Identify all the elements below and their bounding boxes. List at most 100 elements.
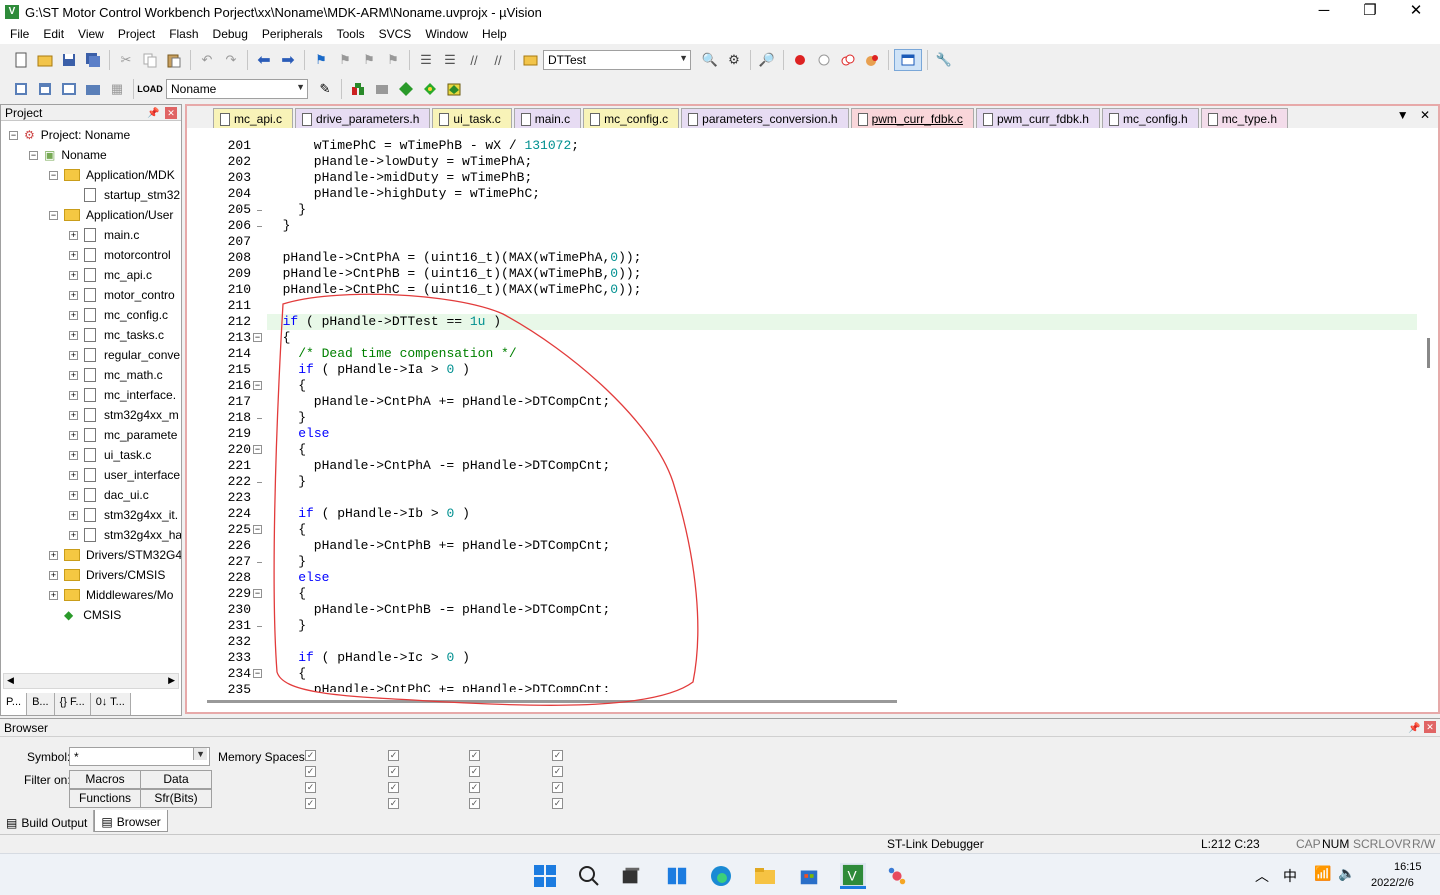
fold-icon[interactable]: −: [253, 381, 262, 390]
expand-icon[interactable]: +: [69, 390, 78, 400]
tree-item[interactable]: + mc_math.c: [69, 365, 163, 385]
memory-space-checkbox[interactable]: ✓: [305, 782, 316, 793]
expand-icon[interactable]: +: [69, 450, 78, 460]
code-line[interactable]: pHandle->CntPhB = (uint16_t)(MAX(wTimePh…: [267, 266, 642, 282]
keil-uvision-icon[interactable]: V: [840, 863, 866, 889]
menu-window[interactable]: Window: [418, 24, 475, 44]
clock-date[interactable]: 2022/2/6: [1371, 877, 1414, 889]
memory-space-checkbox[interactable]: ✓: [388, 750, 399, 761]
maximize-button[interactable]: ❐: [1347, 0, 1393, 24]
vertical-scroll-thumb[interactable]: [1427, 338, 1430, 368]
search-icon[interactable]: [576, 863, 602, 889]
menu-flash[interactable]: Flash: [162, 24, 205, 44]
task-view-icon[interactable]: [618, 863, 644, 889]
scroll-left-icon[interactable]: ◀: [7, 675, 14, 686]
expand-icon[interactable]: +: [69, 290, 78, 300]
memory-space-checkbox[interactable]: ✓: [469, 782, 480, 793]
code-line[interactable]: }: [267, 410, 306, 426]
clock-time[interactable]: 16:15: [1394, 861, 1422, 873]
find-combo[interactable]: DTTest ▼: [543, 50, 691, 70]
editor-tab[interactable]: pwm_curr_fdbk.h: [975, 108, 1100, 128]
collapse-icon[interactable]: −: [49, 170, 58, 180]
code-line[interactable]: {: [267, 586, 306, 602]
code-line[interactable]: {: [267, 330, 291, 346]
project-tab[interactable]: {} F...: [54, 693, 91, 715]
collapse-icon[interactable]: −: [29, 150, 38, 160]
memory-space-checkbox[interactable]: ✓: [305, 766, 316, 777]
translate-icon[interactable]: [10, 78, 32, 100]
code-line[interactable]: }: [267, 202, 306, 218]
target-options-icon[interactable]: ✎: [314, 78, 336, 100]
scroll-right-icon[interactable]: ▶: [168, 675, 175, 686]
close-icon[interactable]: ✕: [1424, 721, 1436, 733]
menu-peripherals[interactable]: Peripherals: [255, 24, 330, 44]
memory-space-checkbox[interactable]: ✓: [552, 782, 563, 793]
memory-space-checkbox[interactable]: ✓: [552, 798, 563, 809]
manage-rte-icon[interactable]: [395, 78, 417, 100]
navigate-back-icon[interactable]: ⬅: [253, 49, 275, 71]
edge-icon[interactable]: [708, 863, 734, 889]
breakpoint-icon[interactable]: [789, 49, 811, 71]
project-tab[interactable]: P...: [1, 693, 28, 715]
tree-item[interactable]: − ⚙ Project: Noname: [9, 125, 130, 145]
tree-item[interactable]: + dac_ui.c: [69, 485, 149, 505]
code-line[interactable]: pHandle->CntPhC += pHandle->DTCompCnt;: [267, 682, 610, 692]
file-explorer-icon[interactable]: [752, 863, 778, 889]
code-line[interactable]: }: [267, 554, 306, 570]
tree-item[interactable]: + Drivers/STM32G4: [49, 545, 181, 565]
clear-bookmarks-icon[interactable]: ⚑: [382, 49, 404, 71]
code-line[interactable]: if ( pHandle->Ic > 0 ): [267, 650, 470, 666]
tab-list-icon[interactable]: ▼: [1397, 108, 1409, 122]
fold-icon[interactable]: −: [253, 333, 262, 342]
close-button[interactable]: ✕: [1393, 0, 1439, 24]
memory-space-checkbox[interactable]: ✓: [469, 766, 480, 777]
project-tab[interactable]: 0↓ T...: [90, 693, 131, 715]
memory-space-checkbox[interactable]: ✓: [552, 750, 563, 761]
expand-icon[interactable]: +: [69, 310, 78, 320]
batch-build-icon[interactable]: [82, 78, 104, 100]
code-line[interactable]: }: [267, 618, 306, 634]
expand-icon[interactable]: +: [69, 490, 78, 500]
tree-item[interactable]: + main.c: [69, 225, 139, 245]
menu-svcs[interactable]: SVCS: [372, 24, 419, 44]
code-line[interactable]: /* Dead time compensation */: [267, 346, 516, 362]
memory-space-checkbox[interactable]: ✓: [305, 750, 316, 761]
stm32-workbench-icon[interactable]: [884, 863, 910, 889]
unindent-icon[interactable]: ☰: [439, 49, 461, 71]
tree-item[interactable]: + mc_paramete: [69, 425, 177, 445]
menu-tools[interactable]: Tools: [330, 24, 372, 44]
code-line[interactable]: {: [267, 378, 306, 394]
editor-tab[interactable]: pwm_curr_fdbk.c: [850, 108, 974, 128]
code-view[interactable]: wTimePhC = wTimePhB - wX / 131072; pHand…: [267, 130, 1417, 692]
ime-indicator[interactable]: 中: [1283, 866, 1297, 886]
tree-item[interactable]: − Application/User: [49, 205, 173, 225]
menu-help[interactable]: Help: [475, 24, 514, 44]
editor-tab[interactable]: mc_api.c: [213, 108, 294, 128]
fold-icon[interactable]: −: [253, 525, 262, 534]
window-layout-icon[interactable]: [894, 49, 922, 71]
collapse-icon[interactable]: −: [49, 210, 58, 220]
code-line[interactable]: }: [267, 218, 291, 234]
code-line[interactable]: pHandle->lowDuty = wTimePhA;: [267, 154, 532, 170]
copy-icon[interactable]: [139, 49, 161, 71]
expand-icon[interactable]: +: [69, 510, 78, 520]
cut-icon[interactable]: ✂: [115, 49, 137, 71]
memory-space-checkbox[interactable]: ✓: [388, 782, 399, 793]
navigate-forward-icon[interactable]: ➡: [277, 49, 299, 71]
save-icon[interactable]: [58, 49, 80, 71]
code-line[interactable]: pHandle->midDuty = wTimePhB;: [267, 170, 532, 186]
tree-item[interactable]: + regular_conve: [69, 345, 180, 365]
kill-breakpoints-icon[interactable]: [837, 49, 859, 71]
code-line[interactable]: {: [267, 442, 306, 458]
find-in-files-icon[interactable]: [520, 49, 542, 71]
memory-space-checkbox[interactable]: ✓: [388, 798, 399, 809]
new-file-icon[interactable]: [10, 49, 32, 71]
code-line[interactable]: if ( pHandle->Ib > 0 ): [267, 506, 470, 522]
expand-icon[interactable]: +: [69, 430, 78, 440]
tree-item[interactable]: + stm32g4xx_m: [69, 405, 179, 425]
next-bookmark-icon[interactable]: ⚑: [358, 49, 380, 71]
code-line[interactable]: if ( pHandle->Ia > 0 ): [267, 362, 470, 378]
expand-icon[interactable]: +: [49, 590, 58, 600]
comment-icon[interactable]: //: [463, 49, 485, 71]
symbol-input[interactable]: * ▼: [69, 747, 210, 766]
